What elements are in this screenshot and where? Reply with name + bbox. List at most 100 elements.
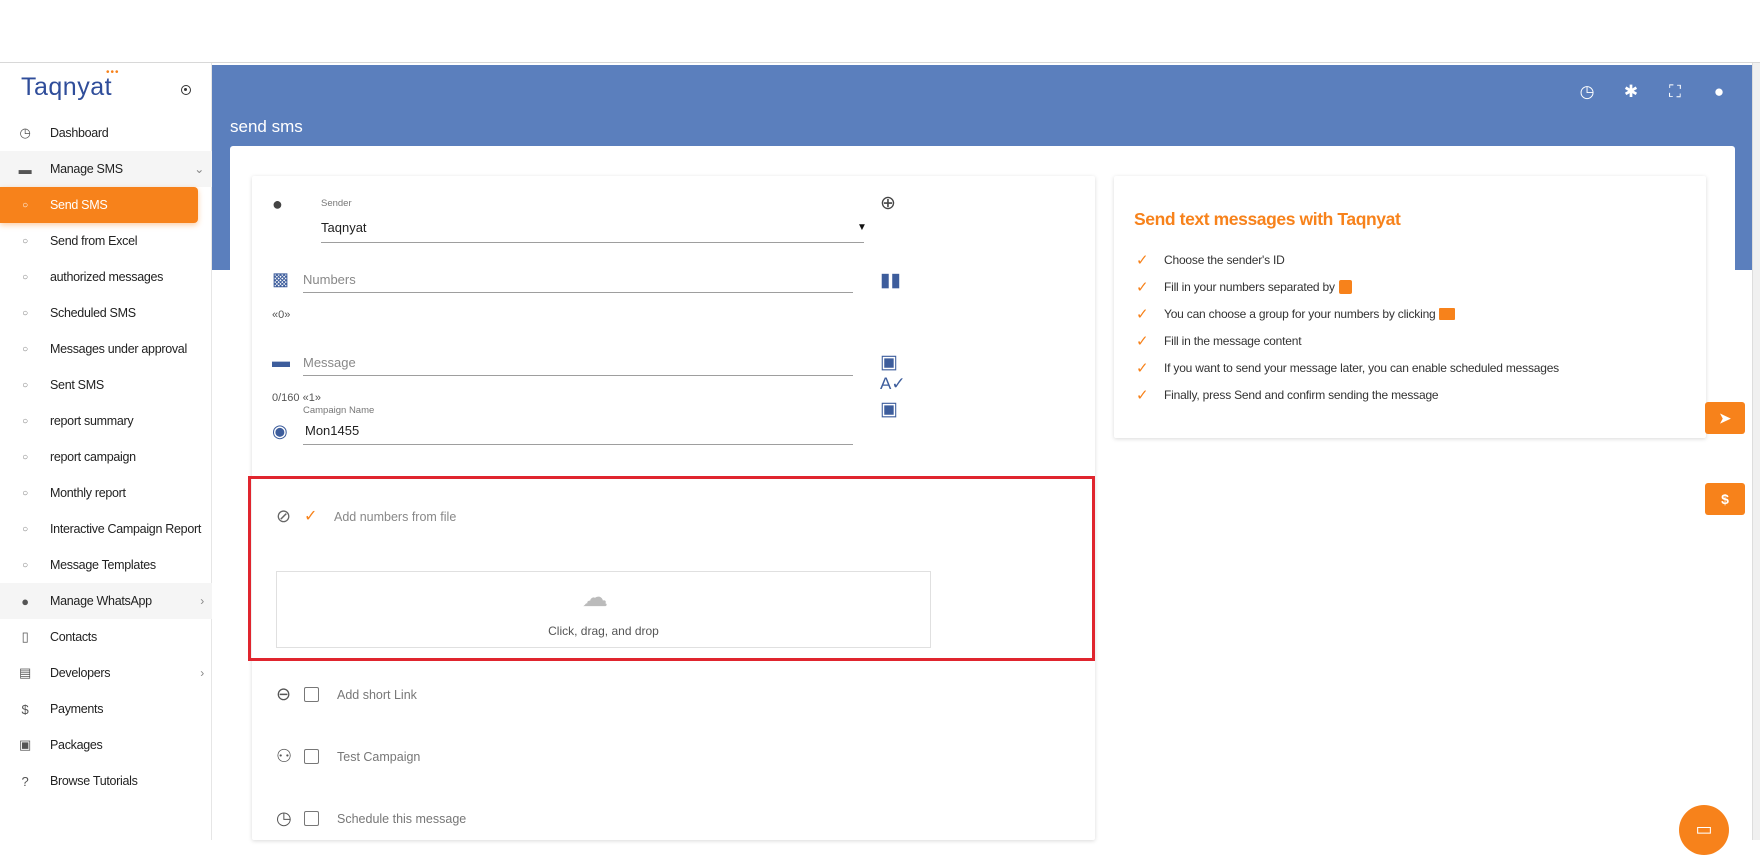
campaign-speaker-icon: ◉ xyxy=(272,421,288,441)
check-icon: ✓ xyxy=(1136,252,1149,269)
sidebar-item-scheduled-sms[interactable]: ○ Scheduled SMS xyxy=(0,295,212,331)
file-dropzone[interactable]: ☁ Click, drag, and drop xyxy=(276,571,931,648)
sidebar-item-packages[interactable]: ▣ Packages xyxy=(0,727,212,763)
campaign-name-label: Campaign Name xyxy=(303,405,375,416)
check-icon: ✓ xyxy=(1136,279,1149,296)
sidebar-item-contacts[interactable]: ▯ Contacts xyxy=(0,619,212,655)
sidebar-item-monthly-report[interactable]: ○ Monthly report xyxy=(0,475,212,511)
test-campaign-option[interactable]: ⚇ Test Campaign xyxy=(276,746,420,767)
sidebar-item-label: authorized messages xyxy=(50,270,164,284)
instructions-card: Send text messages with Taqnyat ✓ Choose… xyxy=(1114,176,1706,438)
developers-icon: ▤ xyxy=(19,665,31,680)
circle-icon: ○ xyxy=(22,199,28,211)
numbers-input[interactable]: Numbers xyxy=(303,272,356,287)
sidebar-item-message-templates[interactable]: ○ Message Templates xyxy=(0,547,212,583)
sidebar-toggle-button[interactable] xyxy=(181,85,191,95)
instruction-item: ✓ If you want to send your message later… xyxy=(1136,359,1559,377)
instruction-text: Finally, press Send and confirm sending … xyxy=(1164,388,1439,402)
instruction-item: ✓ Choose the sender's ID xyxy=(1136,251,1285,269)
contacts-book-icon[interactable]: ▮▮ xyxy=(880,269,901,292)
sender-select[interactable]: Taqnyat xyxy=(321,220,367,235)
send-sms-form: ● Sender Taqnyat ▼ ⊕ ▩ Numbers ▮▮ «0» ▬ … xyxy=(248,176,1095,840)
sidebar-item-label: Developers xyxy=(50,666,111,680)
circle-icon: ○ xyxy=(22,379,28,391)
sidebar-item-report-summary[interactable]: ○ report summary xyxy=(0,403,212,439)
sidebar-item-manage-whatsapp[interactable]: ● Manage WhatsApp › xyxy=(0,583,212,619)
page-scrollbar[interactable] xyxy=(1752,63,1760,840)
schedule-label: Schedule this message xyxy=(337,811,467,826)
circle-icon: ○ xyxy=(22,415,28,427)
sidebar-item-label: Payments xyxy=(50,702,104,716)
sidebar-item-report-campaign[interactable]: ○ report campaign xyxy=(0,439,212,475)
message-icon: ▬ xyxy=(272,351,290,371)
check-icon[interactable]: ✓ xyxy=(304,506,317,526)
sidebar-item-label: report campaign xyxy=(50,450,136,464)
instruction-item: ✓ Fill in the message content xyxy=(1136,332,1302,350)
link-icon: ⊖ xyxy=(276,684,292,704)
sender-icon: ● xyxy=(272,194,283,214)
sidebar-item-authorized-messages[interactable]: ○ authorized messages xyxy=(0,259,212,295)
help-icon: ? xyxy=(21,773,29,789)
check-icon: ✓ xyxy=(1136,306,1149,323)
short-link-checkbox[interactable] xyxy=(304,687,319,702)
schedule-checkbox[interactable] xyxy=(304,811,319,826)
instructions-title: Send text messages with Taqnyat xyxy=(1134,209,1401,229)
sidebar-item-browse-tutorials[interactable]: ? Browse Tutorials xyxy=(0,763,212,799)
account-icon[interactable]: ● xyxy=(1708,81,1730,103)
fullscreen-icon[interactable]: ⛶ xyxy=(1664,81,1686,103)
instruction-item: ✓ Finally, press Send and confirm sendin… xyxy=(1136,386,1439,404)
save-template-icon[interactable]: ▣ xyxy=(880,351,898,374)
sidebar-item-label: Contacts xyxy=(50,630,97,644)
chevron-right-icon: › xyxy=(200,666,204,680)
attachment-icon: ⊘ xyxy=(276,506,292,526)
templates-archive-icon[interactable]: ▣ xyxy=(880,398,898,421)
app-shell: ••• Taqnyat ◷ Dashboard ▬ Manage SMS ⌄ ○… xyxy=(0,62,1760,855)
chevron-right-icon: › xyxy=(200,594,204,608)
check-icon: ✓ xyxy=(1136,360,1149,377)
sidebar-item-payments[interactable]: $ Payments xyxy=(0,691,212,727)
chevron-down-icon: ⌄ xyxy=(194,162,204,176)
numbers-underline xyxy=(303,292,853,293)
short-link-label: Add short Link xyxy=(337,687,417,702)
dropdown-caret-icon[interactable]: ▼ xyxy=(857,222,867,233)
instruction-text: Fill in your numbers separated by xyxy=(1164,280,1335,294)
spellcheck-icon[interactable]: A✓ xyxy=(880,374,906,394)
test-campaign-checkbox[interactable] xyxy=(304,749,319,764)
contacts-book-icon xyxy=(1438,308,1455,320)
campaign-name-input[interactable]: Mon1455 xyxy=(305,423,359,438)
logo[interactable]: Taqnyat xyxy=(21,73,112,102)
page-title: send sms xyxy=(230,117,303,136)
instruction-text: You can choose a group for your numbers … xyxy=(1164,307,1436,321)
sidebar-item-label: report summary xyxy=(50,414,134,428)
circle-icon: ○ xyxy=(22,523,28,535)
clock-icon[interactable]: ◷ xyxy=(1576,81,1598,103)
whatsapp-icon: ● xyxy=(21,593,29,609)
packages-icon: ▣ xyxy=(19,737,31,752)
instruction-text: If you want to send your message later, … xyxy=(1164,361,1559,375)
instruction-text: Choose the sender's ID xyxy=(1164,253,1285,267)
sidebar-item-messages-under-approval[interactable]: ○ Messages under approval xyxy=(0,331,212,367)
circle-icon: ○ xyxy=(22,235,28,247)
sidebar-item-send-sms[interactable]: ○ Send SMS xyxy=(0,187,198,223)
schedule-option[interactable]: ◷ Schedule this message xyxy=(276,808,466,829)
sidebar-item-interactive-campaign-report[interactable]: ○ Interactive Campaign Report xyxy=(0,511,212,547)
sidebar-item-sent-sms[interactable]: ○ Sent SMS xyxy=(0,367,212,403)
contacts-book-icon: ▯ xyxy=(21,629,29,644)
sidebar-item-label: Manage SMS xyxy=(50,162,123,176)
sidebar-item-label: Send from Excel xyxy=(50,234,138,248)
sidebar-item-label: Message Templates xyxy=(50,558,156,572)
message-input[interactable]: Message xyxy=(303,355,356,370)
sidebar-item-send-from-excel[interactable]: ○ Send from Excel xyxy=(0,223,212,259)
send-float-button[interactable]: ➤ xyxy=(1705,402,1745,434)
short-link-option[interactable]: ⊖ Add short Link xyxy=(276,684,417,705)
sidebar-item-dashboard[interactable]: ◷ Dashboard xyxy=(0,115,212,151)
main-panel: ● Sender Taqnyat ▼ ⊕ ▩ Numbers ▮▮ «0» ▬ … xyxy=(230,146,1735,840)
sidebar-item-developers[interactable]: ▤ Developers › xyxy=(0,655,212,691)
payment-float-button[interactable]: $ xyxy=(1705,483,1745,515)
uk-flag-icon[interactable]: ✱ xyxy=(1620,81,1642,103)
add-sender-icon[interactable]: ⊕ xyxy=(880,192,896,215)
sidebar-item-manage-sms[interactable]: ▬ Manage SMS ⌄ xyxy=(0,151,212,187)
chat-button[interactable]: ▭ xyxy=(1679,805,1729,855)
header-actions: ◷ ✱ ⛶ ● xyxy=(1576,81,1730,103)
sidebar-item-label: Sent SMS xyxy=(50,378,104,392)
